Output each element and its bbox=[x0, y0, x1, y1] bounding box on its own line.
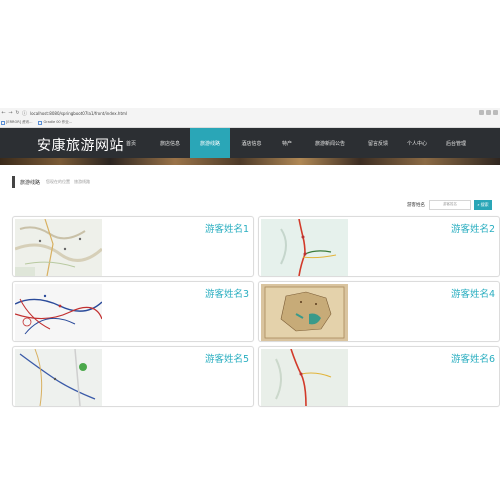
route-map-image bbox=[15, 349, 102, 406]
search-label: 游客姓名 bbox=[407, 202, 425, 208]
nav-item-feedback[interactable]: 留言反馈 bbox=[359, 128, 397, 158]
card-title[interactable]: 游客姓名1 bbox=[205, 221, 249, 235]
route-card[interactable]: 游客姓名1 bbox=[12, 216, 254, 277]
card-title[interactable]: 游客姓名2 bbox=[451, 221, 495, 235]
nav-label: 特产 bbox=[281, 140, 292, 147]
nav-item-hotels[interactable]: 酒店信息 bbox=[230, 128, 273, 158]
extension-icon[interactable] bbox=[479, 110, 484, 115]
search-button-label: 搜索 bbox=[480, 201, 489, 207]
nav-label: 旅店信息 bbox=[159, 140, 180, 147]
back-icon[interactable]: ← bbox=[0, 110, 7, 116]
route-card[interactable]: 游客姓名2 bbox=[258, 216, 500, 277]
nav-item-inns[interactable]: 旅店信息 bbox=[150, 128, 190, 158]
search-input[interactable]: 游客姓名 bbox=[429, 199, 471, 210]
search-button[interactable]: ⌕ 搜索 bbox=[474, 199, 492, 210]
bookmark-icon bbox=[38, 120, 43, 125]
nav-item-admin[interactable]: 后台管理 bbox=[437, 128, 475, 158]
reload-icon[interactable]: ↻ bbox=[14, 110, 21, 116]
card-title[interactable]: 游客姓名6 bbox=[451, 351, 495, 365]
card-title[interactable]: 游客姓名3 bbox=[205, 286, 249, 300]
address-bar[interactable]: localhost:8080/springboot07la1/front/ind… bbox=[30, 111, 127, 116]
info-icon[interactable]: ⓘ bbox=[21, 110, 28, 117]
search-bar: 游客姓名 游客姓名 ⌕ 搜索 bbox=[407, 199, 492, 210]
bookmark-label: [ERROR] 资讯... bbox=[6, 120, 33, 124]
nav-item-specialties[interactable]: 特产 bbox=[273, 128, 301, 158]
nav-label: 留言反馈 bbox=[367, 140, 388, 147]
route-map-image bbox=[261, 219, 348, 276]
breadcrumb-item: 您现在的位置 bbox=[46, 179, 71, 184]
bookmarks-bar: [ERROR] 资讯... Gradle 00 作业... bbox=[0, 118, 500, 127]
nav-label: 旅游线路 bbox=[199, 140, 220, 147]
route-map-image bbox=[261, 349, 348, 406]
bookmark-icon bbox=[1, 120, 5, 125]
route-map-image bbox=[261, 284, 348, 341]
route-map-image bbox=[15, 284, 102, 341]
nav-item-news[interactable]: 旅游新闻公告 bbox=[301, 128, 359, 158]
site-header: 安康旅游网站 首页 旅店信息 旅游线路 酒店信息 特产 旅游新闻公告 留言反馈 … bbox=[0, 128, 500, 158]
route-card[interactable]: 游客姓名6 bbox=[258, 346, 500, 407]
breadcrumb: 旅游线路 您现在的位置 旅游线路 bbox=[12, 176, 94, 188]
nav-label: 首页 bbox=[125, 140, 136, 147]
nav-label: 酒店信息 bbox=[241, 140, 262, 147]
menu-icon[interactable] bbox=[493, 110, 498, 115]
browser-actions bbox=[479, 110, 498, 115]
site-logo[interactable]: 安康旅游网站 bbox=[37, 135, 124, 155]
route-card[interactable]: 游客姓名3 bbox=[12, 281, 254, 342]
route-card[interactable]: 游客姓名5 bbox=[12, 346, 254, 407]
breadcrumb-item[interactable]: 旅游线路 bbox=[74, 179, 90, 185]
nav-item-profile[interactable]: 个人中心 bbox=[397, 128, 437, 158]
nav-item-home[interactable]: 首页 bbox=[112, 128, 150, 158]
browser-toolbar: ← → ↻ ⓘ localhost:8080/springboot07la1/f… bbox=[0, 108, 500, 128]
nav-label: 旅游新闻公告 bbox=[314, 140, 345, 147]
route-map-image bbox=[15, 219, 102, 276]
nav-label: 后台管理 bbox=[445, 140, 466, 147]
nav-item-routes[interactable]: 旅游线路 bbox=[190, 128, 230, 158]
bookmark-item[interactable]: Gradle 00 作业... bbox=[38, 120, 72, 125]
nav-label: 个人中心 bbox=[406, 140, 427, 147]
bookmark-item[interactable]: [ERROR] 资讯... bbox=[1, 120, 32, 125]
card-title[interactable]: 游客姓名4 bbox=[451, 286, 495, 300]
search-icon: ⌕ bbox=[477, 202, 480, 207]
main-nav: 首页 旅店信息 旅游线路 酒店信息 特产 旅游新闻公告 留言反馈 个人中心 后台… bbox=[112, 128, 475, 158]
card-title[interactable]: 游客姓名5 bbox=[205, 351, 249, 365]
search-placeholder: 游客姓名 bbox=[443, 202, 457, 206]
bookmark-label: Gradle 00 作业... bbox=[43, 120, 73, 124]
breadcrumb-title: 旅游线路 bbox=[20, 179, 41, 186]
address-row: ← → ↻ ⓘ localhost:8080/springboot07la1/f… bbox=[0, 108, 500, 118]
route-card[interactable]: 游客姓名4 bbox=[258, 281, 500, 342]
banner-image bbox=[0, 158, 500, 165]
forward-icon[interactable]: → bbox=[7, 110, 14, 116]
profile-icon[interactable] bbox=[486, 110, 491, 115]
